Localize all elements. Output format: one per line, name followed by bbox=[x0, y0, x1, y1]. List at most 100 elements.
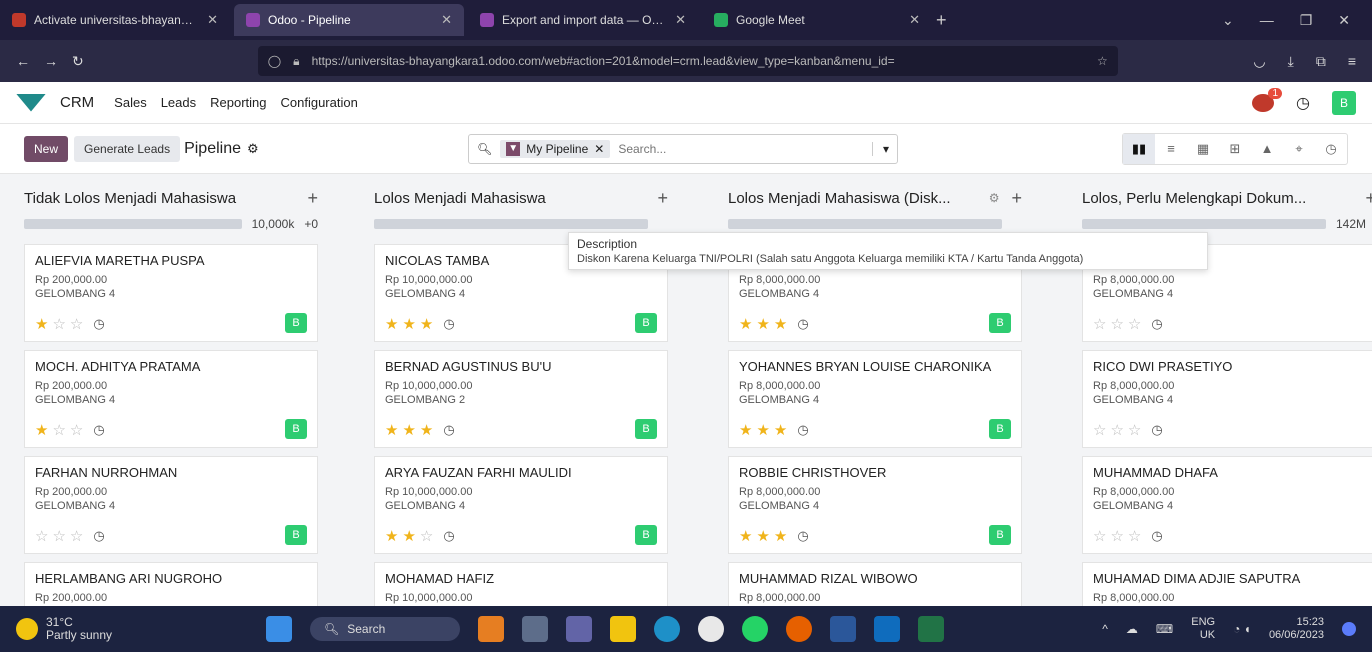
priority-star-icon[interactable]: ☆ bbox=[1093, 527, 1106, 545]
column-gear-icon[interactable]: ⚙ bbox=[989, 191, 1000, 205]
kanban-card[interactable]: MOHAMAD HAFIZ Rp 10,000,000.00 ☆☆☆◷ bbox=[374, 562, 668, 606]
menu-reporting[interactable]: Reporting bbox=[210, 95, 266, 110]
priority-star-icon[interactable]: ☆ bbox=[52, 315, 65, 333]
reload-icon[interactable]: ↻ bbox=[72, 53, 84, 70]
teams-icon[interactable] bbox=[566, 616, 592, 642]
priority-star-icon[interactable]: ☆ bbox=[1093, 421, 1106, 439]
firefox-icon[interactable] bbox=[786, 616, 812, 642]
priority-star-icon[interactable]: ☆ bbox=[70, 527, 83, 545]
activity-clock-icon[interactable]: ◷ bbox=[443, 528, 454, 544]
priority-star-icon[interactable]: ★ bbox=[35, 315, 48, 333]
kanban-card[interactable]: MUHAMMAD DHAFA Rp 8,000,000.00 GELOMBANG… bbox=[1082, 456, 1372, 554]
activity-clock-icon[interactable]: ◷ bbox=[93, 316, 104, 332]
priority-star-icon[interactable]: ☆ bbox=[420, 527, 433, 545]
pocket-icon[interactable]: ◡ bbox=[1253, 53, 1265, 70]
activity-clock-icon[interactable]: ◷ bbox=[797, 422, 808, 438]
priority-star-icon[interactable]: ☆ bbox=[1110, 421, 1123, 439]
map-view-icon[interactable]: ⌖ bbox=[1283, 134, 1315, 164]
close-tab-icon[interactable]: ✕ bbox=[675, 12, 686, 28]
activity-clock-icon[interactable]: ◷ bbox=[1151, 528, 1162, 544]
app-name[interactable]: CRM bbox=[60, 94, 94, 111]
edge-icon[interactable] bbox=[654, 616, 680, 642]
task-view-icon[interactable] bbox=[522, 616, 548, 642]
crm-logo-icon[interactable] bbox=[16, 93, 46, 112]
priority-star-icon[interactable]: ★ bbox=[420, 315, 433, 333]
priority-star-icon[interactable]: ☆ bbox=[1128, 421, 1141, 439]
menu-sales[interactable]: Sales bbox=[114, 95, 147, 110]
calendar-view-icon[interactable]: ▦ bbox=[1187, 134, 1219, 164]
kanban-card[interactable]: MUHAMAD DIMA ADJIE SAPUTRA Rp 8,000,000.… bbox=[1082, 562, 1372, 606]
new-tab-icon[interactable]: + bbox=[936, 10, 947, 31]
activity-clock-icon[interactable]: ◷ bbox=[797, 316, 808, 332]
activity-clock-icon[interactable]: ◷ bbox=[93, 422, 104, 438]
priority-star-icon[interactable]: ☆ bbox=[1128, 315, 1141, 333]
salesperson-avatar[interactable]: B bbox=[285, 313, 307, 333]
salesperson-avatar[interactable]: B bbox=[635, 525, 657, 545]
windows-start-icon[interactable] bbox=[266, 616, 292, 642]
kanban-card[interactable]: FARHAN NURROHMAN Rp 200,000.00 GELOMBANG… bbox=[24, 456, 318, 554]
keyboard-icon[interactable]: ⌨ bbox=[1156, 622, 1173, 636]
weather-widget[interactable]: 31°C Partly sunny bbox=[16, 616, 236, 642]
menu-leads[interactable]: Leads bbox=[161, 95, 196, 110]
priority-star-icon[interactable]: ★ bbox=[402, 421, 415, 439]
add-card-icon[interactable]: + bbox=[1365, 188, 1372, 209]
priority-star-icon[interactable]: ★ bbox=[756, 421, 769, 439]
chevron-up-icon[interactable]: ^ bbox=[1102, 622, 1108, 636]
kanban-card[interactable]: ROBBIE CHRISTHOVER Rp 8,000,000.00 GELOM… bbox=[728, 456, 1022, 554]
priority-star-icon[interactable]: ☆ bbox=[70, 421, 83, 439]
chevron-down-icon[interactable]: ⌄ bbox=[1222, 12, 1234, 29]
salesperson-avatar[interactable]: B bbox=[989, 525, 1011, 545]
generate-leads-button[interactable]: Generate Leads bbox=[74, 135, 181, 162]
priority-star-icon[interactable]: ★ bbox=[774, 421, 787, 439]
priority-star-icon[interactable]: ☆ bbox=[52, 527, 65, 545]
search-dropdown-toggle-icon[interactable]: ▾ bbox=[871, 141, 889, 156]
kanban-card[interactable]: MUHAMMAD RIZAL WIBOWO Rp 8,000,000.00 ☆☆… bbox=[728, 562, 1022, 606]
search-bar[interactable]: 🔍︎ ▼ My Pipeline ✕ ▾ bbox=[468, 133, 898, 164]
close-window-icon[interactable]: ✕ bbox=[1338, 12, 1350, 29]
back-icon[interactable]: ← bbox=[16, 53, 30, 69]
salesperson-avatar[interactable]: B bbox=[989, 313, 1011, 333]
activity-clock-icon[interactable]: ◷ bbox=[1296, 93, 1310, 113]
close-tab-icon[interactable]: ✕ bbox=[207, 12, 218, 28]
priority-star-icon[interactable]: ★ bbox=[739, 421, 752, 439]
column-progress-bar[interactable] bbox=[374, 219, 648, 229]
graph-view-icon[interactable]: ▲ bbox=[1251, 134, 1283, 164]
menu-icon[interactable]: ≡ bbox=[1348, 53, 1356, 70]
new-button[interactable]: New bbox=[24, 135, 69, 162]
close-tab-icon[interactable]: ✕ bbox=[441, 12, 452, 28]
priority-star-icon[interactable]: ☆ bbox=[52, 421, 65, 439]
kanban-card[interactable]: YOHANNES BRYAN LOUISE CHARONIKA Rp 8,000… bbox=[728, 350, 1022, 448]
priority-star-icon[interactable]: ★ bbox=[420, 421, 433, 439]
priority-star-icon[interactable]: ☆ bbox=[1128, 527, 1141, 545]
gear-icon[interactable]: ⚙ bbox=[247, 141, 259, 157]
browser-tab-2[interactable]: Export and import data — Odoo ✕ bbox=[468, 4, 698, 36]
close-tab-icon[interactable]: ✕ bbox=[909, 12, 920, 28]
kanban-card[interactable]: ARYA FAUZAN FARHI MAULIDI Rp 10,000,000.… bbox=[374, 456, 668, 554]
activity-clock-icon[interactable]: ◷ bbox=[1151, 316, 1162, 332]
priority-star-icon[interactable]: ★ bbox=[385, 421, 398, 439]
extensions-icon[interactable]: ⧉ bbox=[1316, 53, 1326, 70]
language-indicator[interactable]: ENG UK bbox=[1191, 616, 1215, 642]
minimize-icon[interactable]: — bbox=[1260, 12, 1274, 29]
menu-configuration[interactable]: Configuration bbox=[281, 95, 358, 110]
column-title[interactable]: Tidak Lolos Menjadi Mahasiswa bbox=[24, 190, 295, 207]
add-card-icon[interactable]: + bbox=[657, 188, 668, 209]
activity-clock-icon[interactable]: ◷ bbox=[443, 422, 454, 438]
user-avatar[interactable]: B bbox=[1332, 90, 1356, 115]
restore-icon[interactable]: ❐ bbox=[1300, 12, 1313, 29]
browser-tab-1[interactable]: Odoo - Pipeline ✕ bbox=[234, 4, 464, 36]
column-progress-bar[interactable] bbox=[728, 219, 1002, 229]
priority-star-icon[interactable]: ★ bbox=[385, 315, 398, 333]
kanban-card[interactable]: ALIEFVIA MARETHA PUSPA Rp 200,000.00 GEL… bbox=[24, 244, 318, 342]
bookmark-star-icon[interactable]: ☆ bbox=[1097, 54, 1108, 68]
chat-icon[interactable]: 1 bbox=[1252, 87, 1283, 112]
mail-icon[interactable] bbox=[874, 616, 900, 642]
clock[interactable]: 15:23 06/06/2023 bbox=[1269, 616, 1324, 642]
column-title[interactable]: Lolos Menjadi Mahasiswa (Disk... bbox=[728, 190, 983, 207]
salesperson-avatar[interactable]: B bbox=[989, 419, 1011, 439]
priority-star-icon[interactable]: ★ bbox=[774, 315, 787, 333]
column-title[interactable]: Lolos, Perlu Melengkapi Dokum... bbox=[1082, 190, 1353, 207]
kanban-card[interactable]: MOCH. ADHITYA PRATAMA Rp 200,000.00 GELO… bbox=[24, 350, 318, 448]
whatsapp-icon[interactable] bbox=[742, 616, 768, 642]
add-card-icon[interactable]: + bbox=[1011, 188, 1022, 209]
